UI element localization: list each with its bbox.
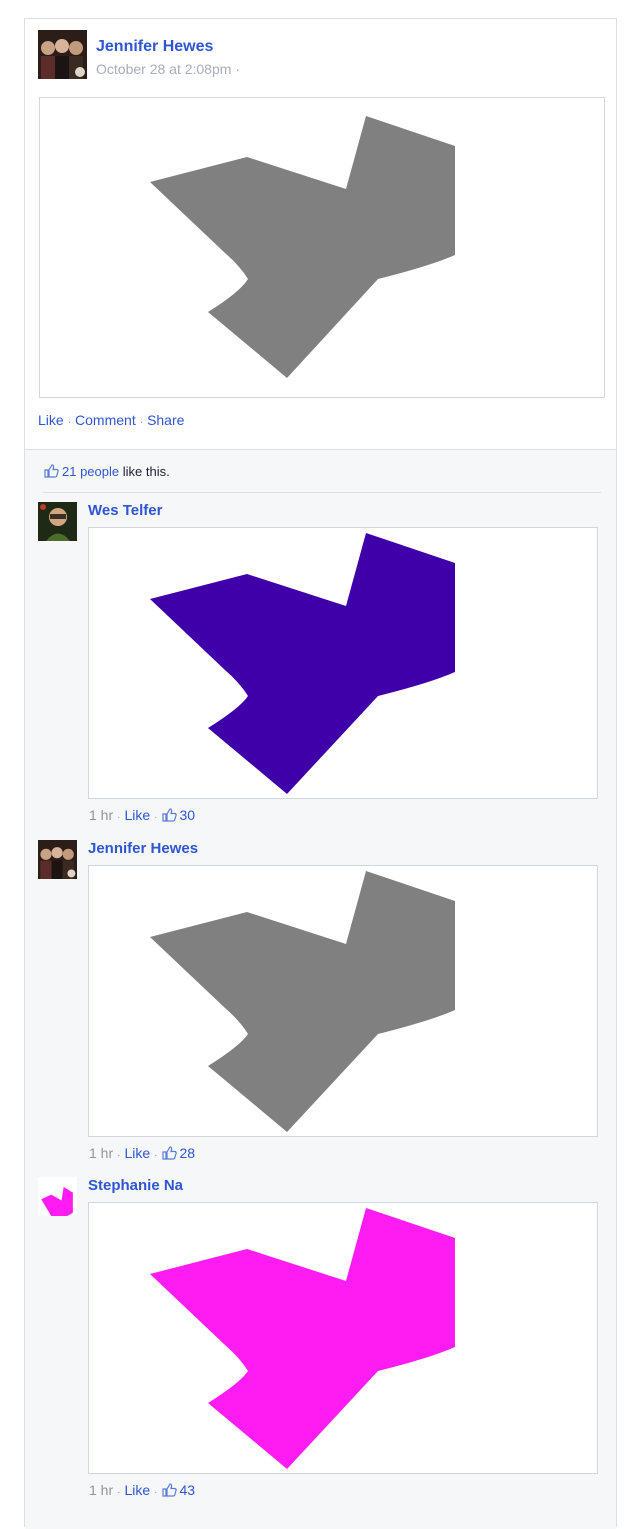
comment-image[interactable] [88, 865, 598, 1137]
post-header: Jennifer Hewes October 28 at 2:08pm · [38, 30, 598, 80]
comment-time[interactable]: 1 hr [89, 807, 113, 823]
author-name[interactable]: Jennifer Hewes [96, 38, 213, 56]
meta-separator: · [117, 1150, 121, 1161]
action-separator: · [139, 417, 144, 428]
thumbs-up-icon [161, 808, 177, 825]
post-card: Jennifer Hewes October 28 at 2:08pm · Li… [24, 18, 617, 1529]
comment-meta: 1 hr · Like · 28 [89, 1145, 195, 1163]
meta-separator: · [154, 1150, 158, 1161]
commenter-avatar[interactable] [38, 502, 77, 541]
comment-shape [150, 871, 455, 1132]
post-timestamp[interactable]: October 28 at 2:08pm · [96, 61, 240, 77]
author-avatar[interactable] [38, 30, 87, 79]
comment-link[interactable]: Comment [75, 412, 136, 428]
commenter-avatar[interactable] [38, 840, 77, 879]
comment-like-link[interactable]: Like [124, 1482, 150, 1498]
commenter-avatar[interactable] [38, 1177, 77, 1216]
timestamp-separator: · [235, 61, 240, 77]
post-shape [150, 116, 455, 378]
like-link[interactable]: Like [38, 412, 64, 428]
comment-shape [150, 533, 455, 794]
commenter-name[interactable]: Stephanie Na [88, 1177, 183, 1194]
comment-like-link[interactable]: Like [124, 1145, 150, 1161]
thumbs-up-icon [44, 464, 59, 481]
likes-summary: 21 people like this. [44, 464, 170, 481]
likes-count-link[interactable]: 21 people [62, 464, 119, 479]
comment-image[interactable] [88, 527, 598, 799]
divider [43, 492, 601, 493]
comment-image[interactable] [88, 1202, 598, 1474]
feedback-section: 21 people like this. Wes Telfer 1 hr · L… [25, 449, 616, 1529]
comment-time[interactable]: 1 hr [89, 1482, 113, 1498]
comment-like-count[interactable]: 28 [180, 1145, 196, 1161]
meta-separator: · [154, 1487, 158, 1498]
meta-separator: · [154, 812, 158, 823]
comment-meta: 1 hr · Like · 43 [89, 1482, 195, 1500]
commenter-name[interactable]: Jennifer Hewes [88, 840, 198, 857]
post-image[interactable] [39, 97, 605, 398]
timestamp-text[interactable]: October 28 at 2:08pm [96, 61, 231, 77]
share-link[interactable]: Share [147, 412, 184, 428]
commenter-name[interactable]: Wes Telfer [88, 502, 162, 519]
comment-shape [150, 1208, 455, 1469]
comment-like-link[interactable]: Like [124, 807, 150, 823]
thumbs-up-icon [161, 1483, 177, 1500]
thumbs-up-icon [161, 1146, 177, 1163]
meta-separator: · [117, 812, 121, 823]
comment-time[interactable]: 1 hr [89, 1145, 113, 1161]
comment-like-count[interactable]: 30 [180, 807, 196, 823]
likes-suffix: like this. [119, 464, 170, 479]
action-separator: · [67, 417, 72, 428]
comment-like-count[interactable]: 43 [180, 1482, 196, 1498]
comment-meta: 1 hr · Like · 30 [89, 807, 195, 825]
meta-separator: · [117, 1487, 121, 1498]
post-actions: Like · Comment · Share [38, 412, 184, 428]
